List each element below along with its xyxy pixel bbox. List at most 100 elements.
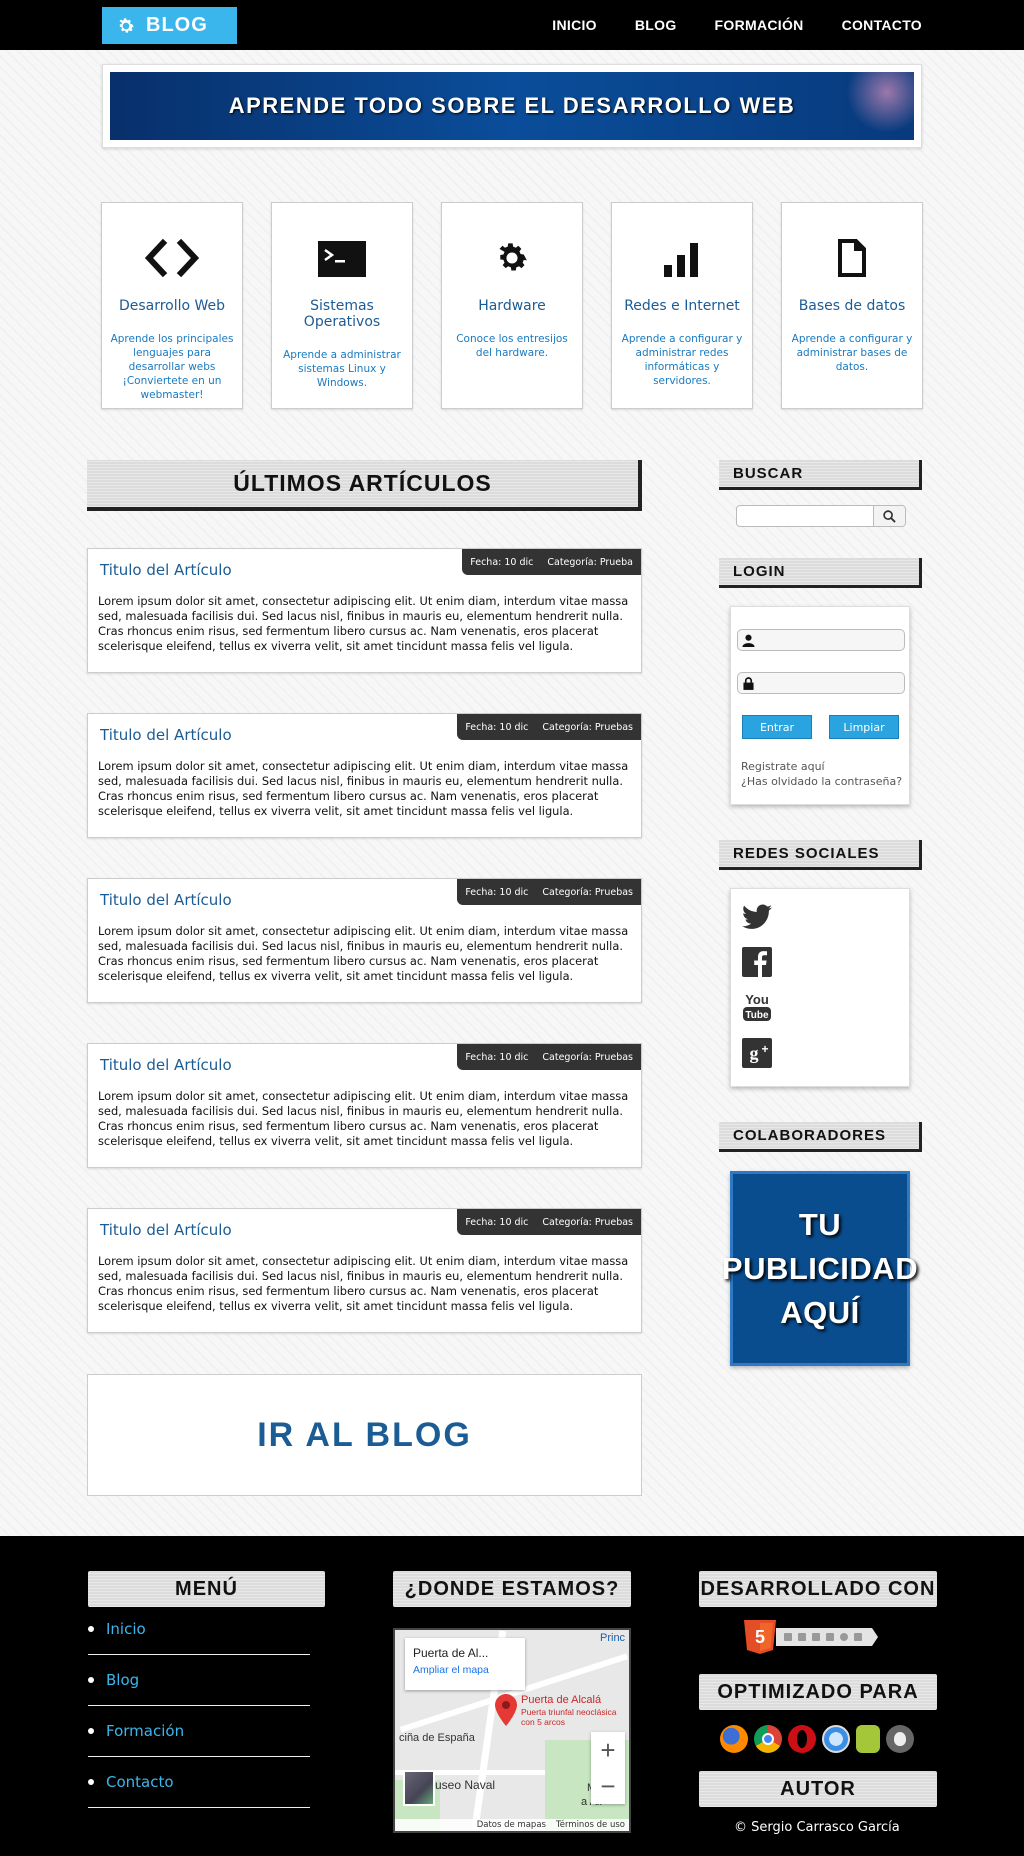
- article-category[interactable]: Categoría: Prueba: [547, 557, 633, 568]
- article-date: Fecha: 10 dic: [465, 886, 529, 898]
- nav-formacion[interactable]: FORMACIÓN: [715, 17, 804, 33]
- banner-frame: APRENDE TODO SOBRE EL DESARROLLO WEB: [102, 64, 922, 148]
- login-heading: LOGIN: [719, 558, 922, 588]
- android-icon: [856, 1725, 880, 1753]
- login-clear-button[interactable]: Limpiar: [829, 715, 899, 739]
- twitter-icon[interactable]: [741, 901, 773, 933]
- main-nav: INICIO BLOG FORMACIÓN CONTACTO: [514, 0, 922, 50]
- google-plus-icon[interactable]: g +: [741, 1037, 773, 1069]
- code-icon: [102, 203, 242, 283]
- article-category[interactable]: Categoría: Pruebas: [542, 1217, 633, 1228]
- svg-text:5: 5: [755, 1627, 765, 1647]
- map-data-attribution[interactable]: Datos de mapas: [477, 1820, 546, 1830]
- article-title[interactable]: Titulo del Artículo: [100, 1221, 232, 1239]
- article-date: Fecha: 10 dic: [470, 556, 534, 568]
- category-title: Bases de datos: [798, 298, 906, 314]
- map-enlarge-link[interactable]: Ampliar el mapa: [413, 1664, 517, 1676]
- article-card[interactable]: Fecha: 10 dic Categoría: Pruebas Titulo …: [87, 1208, 642, 1333]
- signal-bars-icon: [612, 203, 752, 283]
- latest-articles-heading: ÚLTIMOS ARTÍCULOS: [87, 460, 642, 511]
- search-button[interactable]: [873, 506, 905, 526]
- map-label: Princ: [600, 1632, 626, 1644]
- password-field[interactable]: [737, 672, 905, 694]
- username-input[interactable]: [758, 631, 898, 649]
- browser-icons: [720, 1725, 914, 1753]
- author-heading: AUTOR: [699, 1771, 937, 1807]
- article-category[interactable]: Categoría: Pruebas: [542, 1052, 633, 1063]
- svg-text:Tube: Tube: [745, 1010, 769, 1021]
- nav-inicio[interactable]: INICIO: [552, 17, 597, 33]
- youtube-icon[interactable]: You Tube: [741, 991, 773, 1023]
- category-card-hardware[interactable]: Hardware Conoce los entresijos del hardw…: [441, 202, 583, 409]
- category-desc: Conoce los entresijos del hardware.: [456, 333, 568, 359]
- article-date: Fecha: 10 dic: [465, 721, 529, 733]
- advertisement-banner[interactable]: TU PUBLICIDAD AQUÍ: [722, 1171, 918, 1366]
- terminal-icon: [272, 203, 412, 283]
- search-form: [736, 505, 906, 527]
- footer-menu-heading-label: MENÚ: [175, 1577, 238, 1600]
- article-card[interactable]: Fecha: 10 dic Categoría: Pruebas Titulo …: [87, 1043, 642, 1168]
- map-terms-link[interactable]: Términos de uso: [556, 1820, 625, 1830]
- category-card-databases[interactable]: Bases de datos Aprende a configurar y ad…: [781, 202, 923, 409]
- forgot-password-link[interactable]: ¿Has olvidado la contraseña?: [741, 774, 902, 789]
- article-card[interactable]: Fecha: 10 dic Categoría: Prueba Titulo d…: [87, 548, 642, 673]
- map-pin-icon: [495, 1694, 517, 1726]
- article-card[interactable]: Fecha: 10 dic Categoría: Pruebas Titulo …: [87, 878, 642, 1003]
- banner-text: APRENDE TODO SOBRE EL DESARROLLO WEB: [228, 93, 796, 118]
- category-card-networks[interactable]: Redes e Internet Aprende a configurar y …: [611, 202, 753, 409]
- go-to-blog-button[interactable]: IR AL BLOG: [87, 1374, 642, 1496]
- register-link[interactable]: Registrate aquí: [741, 759, 902, 774]
- footer-link-formacion[interactable]: Formación: [106, 1722, 184, 1740]
- svg-text:+: +: [761, 1042, 768, 1056]
- site-logo[interactable]: BLOG: [102, 7, 237, 44]
- author-heading-label: AUTOR: [780, 1777, 856, 1800]
- map-pin-label: Puerta de Alcalá: [521, 1694, 602, 1706]
- author-copyright: © Sergio Carrasco García: [734, 1820, 900, 1835]
- search-input[interactable]: [737, 506, 873, 526]
- map-pin-sublabel: Puerta triunfal neoclásica con 5 arcos: [521, 1707, 617, 1727]
- social-links: You Tube g +: [730, 888, 910, 1087]
- article-category[interactable]: Categoría: Pruebas: [542, 722, 633, 733]
- html5-icon: 5: [744, 1620, 776, 1654]
- category-card-os[interactable]: Sistemas Operativos Aprende a administra…: [271, 202, 413, 409]
- footer-link-contacto[interactable]: Contacto: [106, 1773, 174, 1791]
- map-satellite-toggle[interactable]: [403, 1770, 435, 1806]
- category-desc: Aprende a administrar sistemas Linux y W…: [283, 349, 401, 389]
- facebook-icon[interactable]: [741, 946, 773, 978]
- social-heading-label: REDES SOCIALES: [733, 845, 880, 862]
- article-title[interactable]: Titulo del Artículo: [100, 561, 232, 579]
- social-heading: REDES SOCIALES: [719, 840, 922, 870]
- location-map[interactable]: Princ Puerta de Al... Ampliar el mapa Pu…: [393, 1628, 631, 1833]
- svg-text:g: g: [750, 1043, 759, 1063]
- collaborators-heading-label: COLABORADORES: [733, 1127, 887, 1144]
- apple-icon: [886, 1725, 914, 1753]
- category-card-web[interactable]: Desarrollo Web Aprende los principales l…: [101, 202, 243, 409]
- footer-menu-item: Blog: [88, 1655, 310, 1706]
- map-attribution: Datos de mapas Términos de uso: [395, 1819, 629, 1831]
- search-heading: BUSCAR: [719, 460, 922, 490]
- article-body: Lorem ipsum dolor sit amet, consectetur …: [98, 1089, 629, 1148]
- footer-menu: Inicio Blog Formación Contacto: [88, 1604, 310, 1808]
- gear-icon: [442, 203, 582, 283]
- login-submit-button[interactable]: Entrar: [742, 715, 812, 739]
- article-category[interactable]: Categoría: Pruebas: [542, 887, 633, 898]
- footer-link-blog[interactable]: Blog: [106, 1671, 139, 1689]
- category-title: Hardware: [478, 298, 546, 314]
- opera-icon: [788, 1725, 816, 1753]
- built-with-heading-label: DESARROLLADO CON: [700, 1577, 936, 1600]
- footer-menu-heading: MENÚ: [88, 1571, 325, 1607]
- article-card[interactable]: Fecha: 10 dic Categoría: Pruebas Titulo …: [87, 713, 642, 838]
- zoom-out-button[interactable]: −: [591, 1768, 625, 1804]
- article-title[interactable]: Titulo del Artículo: [100, 891, 232, 909]
- article-title[interactable]: Titulo del Artículo: [100, 1056, 232, 1074]
- nav-blog[interactable]: BLOG: [635, 17, 677, 33]
- article-title[interactable]: Titulo del Artículo: [100, 726, 232, 744]
- password-input[interactable]: [758, 674, 898, 692]
- article-body: Lorem ipsum dolor sit amet, consectetur …: [98, 924, 629, 983]
- username-field[interactable]: [737, 629, 905, 651]
- footer-link-inicio[interactable]: Inicio: [106, 1620, 146, 1638]
- zoom-in-button[interactable]: +: [591, 1732, 625, 1768]
- category-title: Sistemas Operativos: [303, 298, 381, 330]
- nav-contacto[interactable]: CONTACTO: [842, 17, 922, 33]
- location-heading-label: ¿DONDE ESTAMOS?: [404, 1577, 620, 1600]
